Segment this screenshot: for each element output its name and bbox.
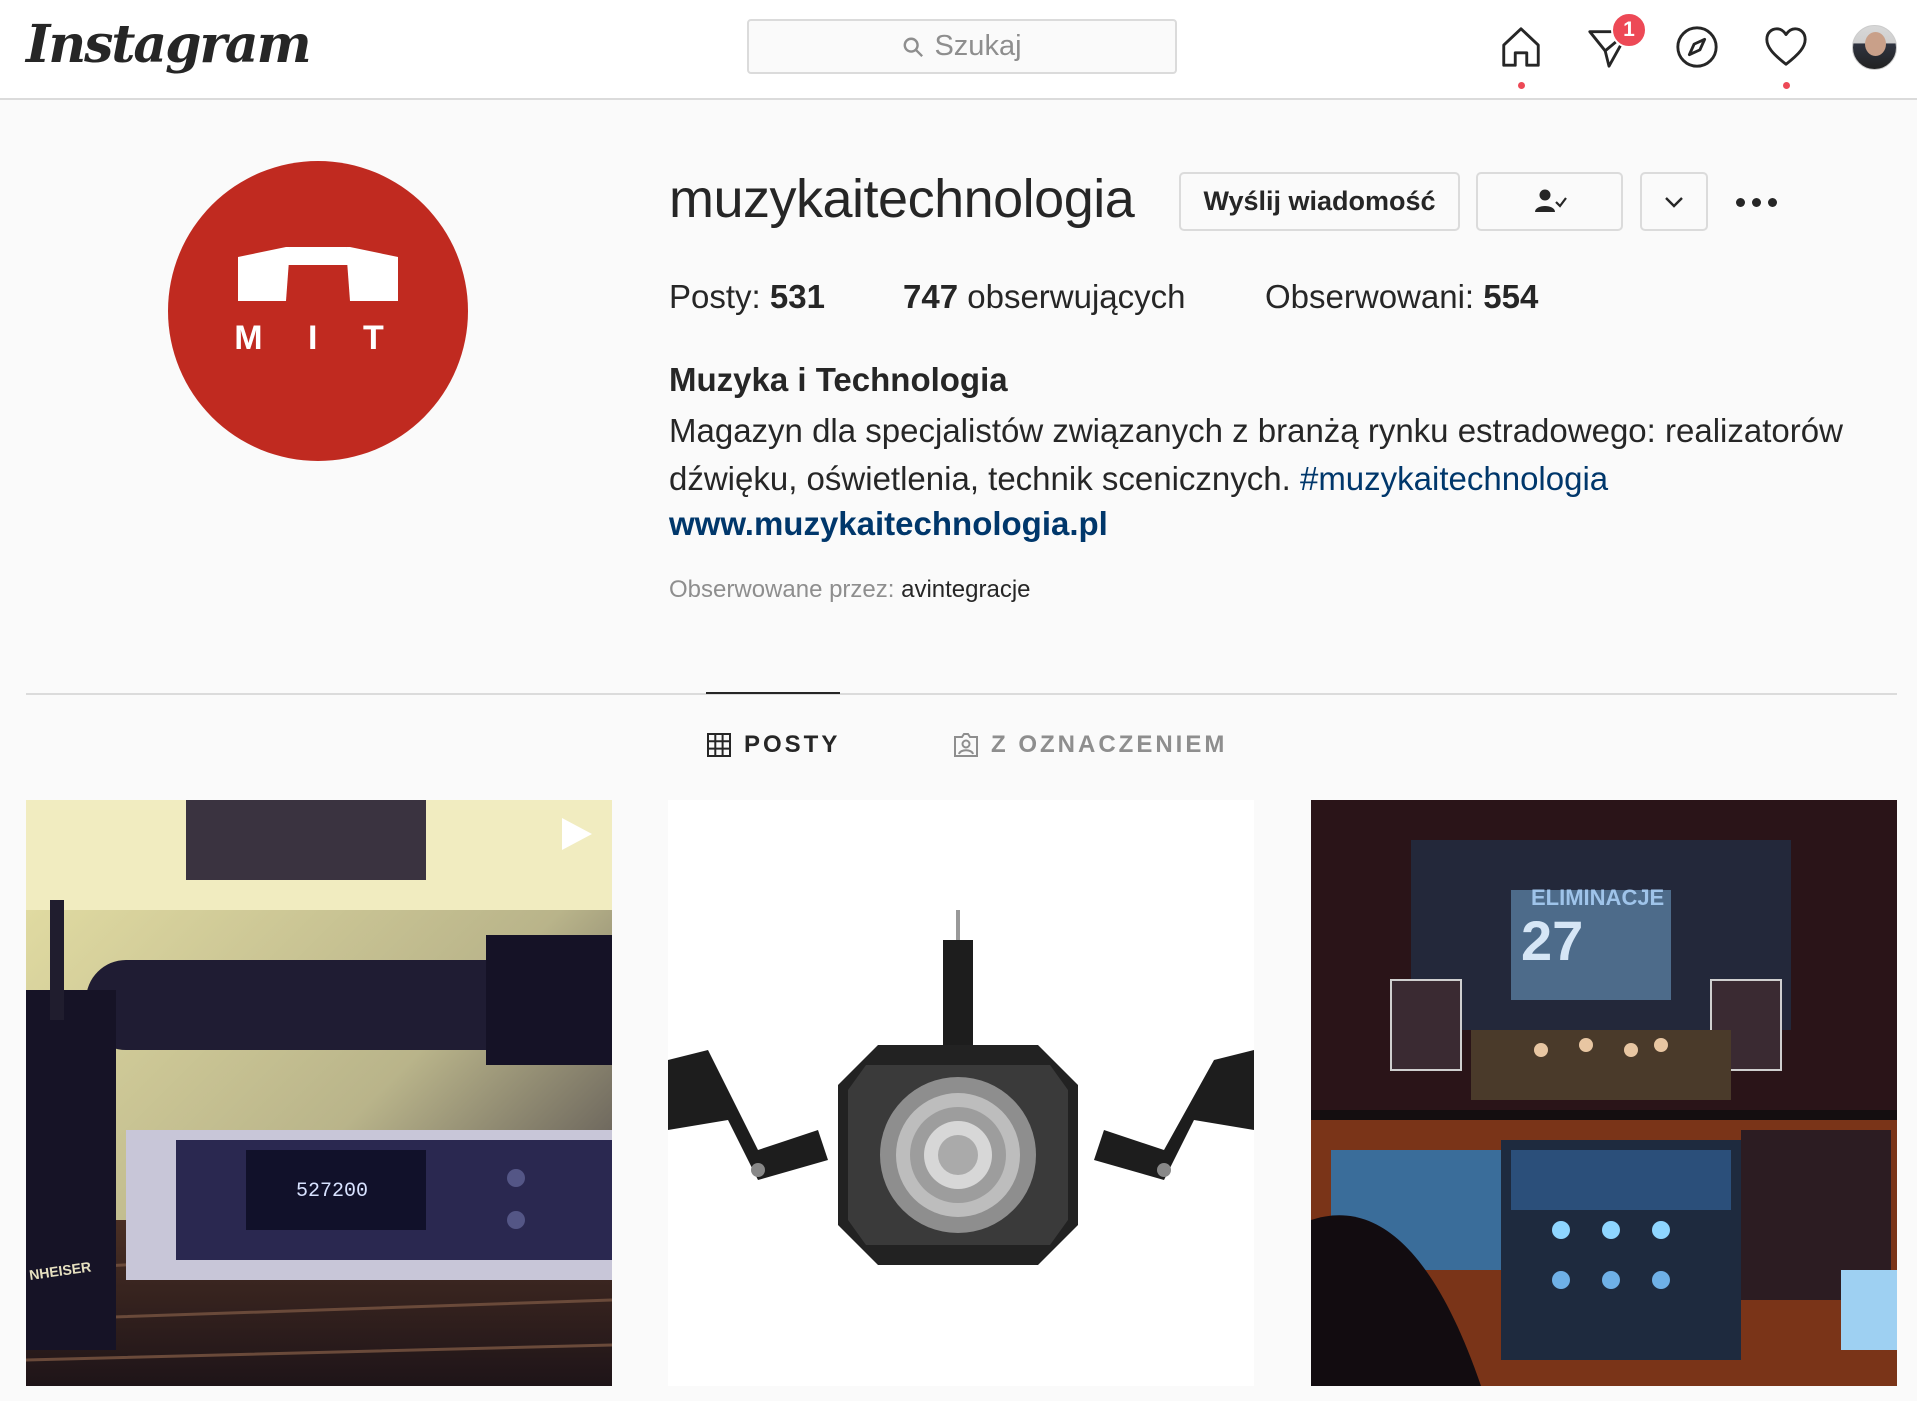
direct-badge: 1 [1611,12,1647,48]
profile-username: muzykaitechnologia [669,169,1135,229]
following-status-button[interactable] [1476,172,1623,231]
more-dot [1751,197,1761,207]
tabs-divider [26,693,1897,695]
wireless-receiver-photo: 527200 NHEISER [26,800,612,1386]
posts-count: Posty: 531 [669,278,825,316]
followed-by-user-link[interactable]: avintegracje [901,576,1030,603]
post-thumbnail-stage-light[interactable] [668,800,1254,1386]
activity-button[interactable] [1761,22,1811,89]
activity-notification-dot [1783,82,1790,89]
following-value: 554 [1483,278,1539,315]
stage-light-photo [668,800,1254,1386]
profile-avatar[interactable] [1852,25,1897,70]
more-options-button[interactable] [1730,182,1782,222]
followed-by: Obserwowane przez: avintegracje [669,576,1031,604]
tab-tagged-label: Z OZNACZENIEM [991,731,1228,758]
more-dot [1735,197,1745,207]
explore-button[interactable] [1672,22,1722,72]
more-dot [1767,197,1777,207]
profile-bio: Magazyn dla specjalistów związanych z br… [669,407,1869,503]
followers-count[interactable]: 747 obserwujących [903,278,1186,316]
avatar-face [1865,32,1886,56]
grid-icon [707,733,731,757]
top-navigation-bar: Instagram Szukaj 1 [0,0,1917,100]
mit-logo-text: M I T [234,319,401,357]
followed-by-label: Obserwowane przez: [669,576,895,603]
suggested-accounts-button[interactable] [1640,172,1708,231]
followers-label: obserwujących [967,278,1186,315]
direct-button[interactable]: 1 [1584,12,1647,72]
search-placeholder: Szukaj [934,30,1022,62]
profile-picture[interactable]: M I T [168,161,468,461]
home-button[interactable] [1496,22,1546,89]
home-notification-dot [1518,82,1525,89]
followers-value: 747 [903,278,959,315]
svg-text:27: 27 [1521,909,1583,972]
compass-icon [1676,26,1718,68]
home-icon [1502,27,1540,67]
tab-posts[interactable]: POSTY [706,692,841,759]
svg-text:527200: 527200 [296,1180,368,1203]
tagged-icon [954,733,978,757]
posts-value: 531 [769,278,825,315]
send-message-label: Wyślij wiadomość [1203,186,1436,216]
person-check-icon [1534,189,1567,212]
search-icon [904,37,924,57]
mit-logo: M I T [234,247,401,357]
profile-full-name: Muzyka i Technologia [669,361,1008,398]
bio-hashtag-link[interactable]: #muzykaitechnologia [1300,460,1608,497]
post-thumbnail-wireless-receiver[interactable]: 527200 NHEISER [26,800,612,1386]
chevron-down-icon [1665,196,1683,208]
search-input[interactable]: Szukaj [747,19,1177,74]
svg-text:ELIMINACJE: ELIMINACJE [1531,885,1664,910]
send-message-button[interactable]: Wyślij wiadomość [1179,172,1460,231]
concert-stage-photo: 27 ELIMINACJE [1311,800,1897,1386]
profile-website-link[interactable]: www.muzykaitechnologia.pl [669,505,1108,543]
bio-text: Magazyn dla specjalistów związanych z br… [669,412,1843,497]
instagram-logo[interactable]: Instagram [26,14,312,75]
post-thumbnail-concert-stage[interactable]: 27 ELIMINACJE [1311,800,1897,1386]
tab-posts-label: POSTY [744,731,841,758]
following-count[interactable]: Obserwowani: 554 [1265,278,1538,316]
posts-label: Posty: [669,278,761,315]
heart-icon [1765,27,1807,66]
following-label: Obserwowani: [1265,278,1475,315]
tab-tagged[interactable]: Z OZNACZENIEM [953,731,1227,759]
